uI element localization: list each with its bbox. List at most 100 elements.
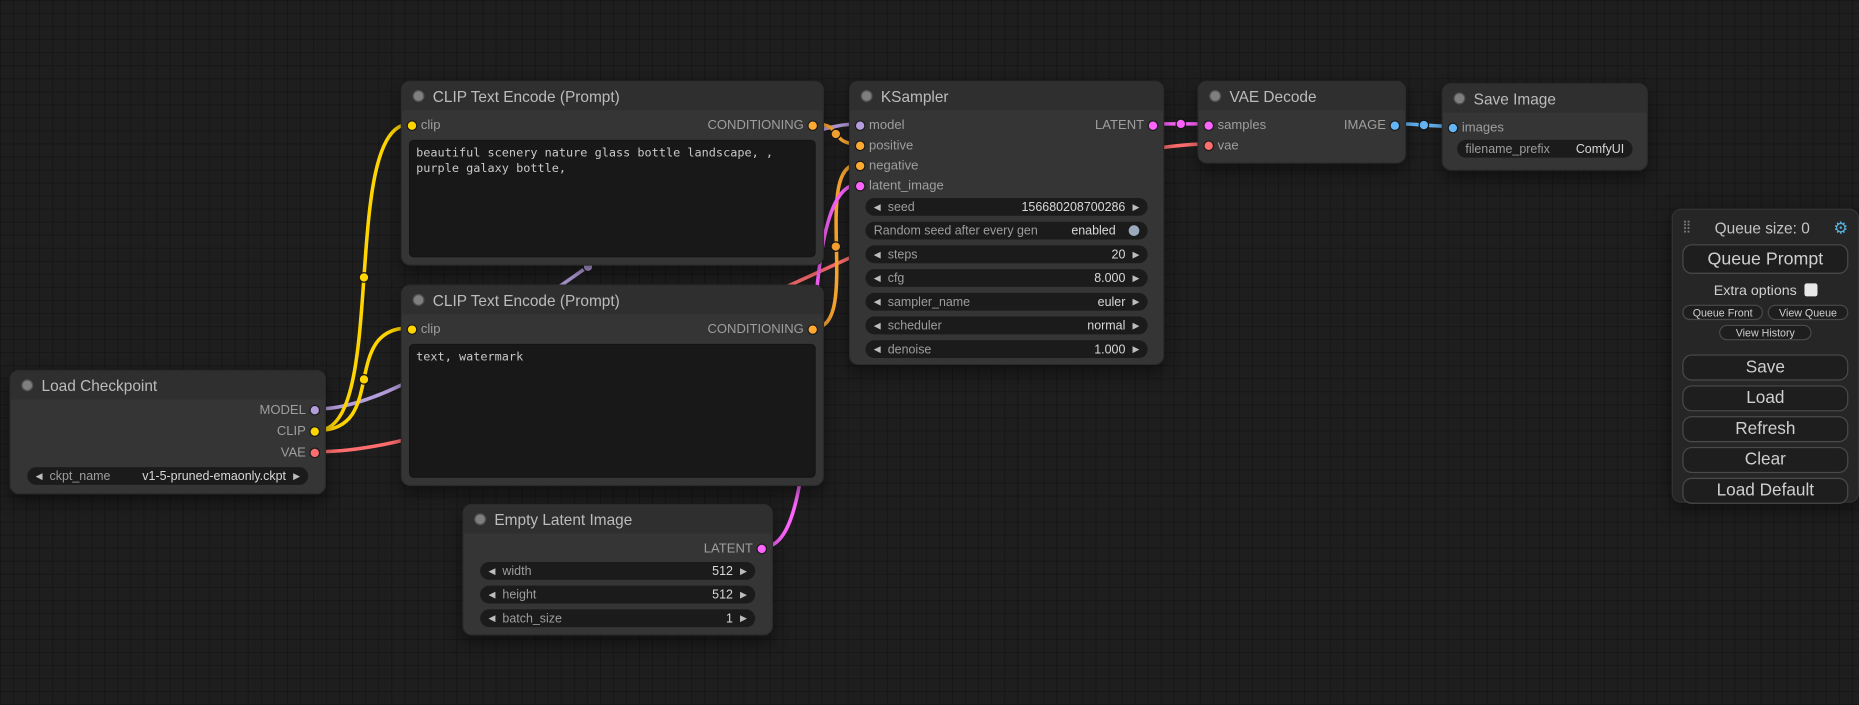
prev-arrow-icon[interactable]: ◀ — [874, 321, 881, 330]
scheduler-widget[interactable]: ◀ scheduler normal ▶ — [865, 317, 1147, 335]
wire-midpoint-dot[interactable] — [359, 375, 368, 384]
node-clip-text-encode-positive[interactable]: CLIP Text Encode (Prompt) clip CONDITION… — [401, 81, 824, 266]
node-load-checkpoint[interactable]: Load Checkpoint MODEL CLIP VAE ◀ ckpt_na… — [9, 370, 326, 494]
model-input-slot[interactable] — [855, 120, 866, 131]
queue-front-button[interactable]: Queue Front — [1682, 305, 1763, 320]
view-queue-button[interactable]: View Queue — [1768, 305, 1849, 320]
width-widget[interactable]: ◀ width 512 ▶ — [480, 562, 755, 580]
collapse-dot-icon[interactable] — [21, 379, 33, 391]
random-seed-toggle[interactable] — [1129, 225, 1140, 236]
collapse-dot-icon[interactable] — [413, 90, 425, 102]
random-seed-widget[interactable]: Random seed after every gen enabled — [865, 222, 1147, 240]
clip-output-slot[interactable] — [309, 426, 320, 437]
positive-input-slot[interactable] — [855, 140, 866, 151]
save-button[interactable]: Save — [1682, 354, 1848, 380]
prev-arrow-icon[interactable]: ◀ — [36, 472, 43, 481]
negative-input-slot[interactable] — [855, 160, 866, 171]
next-arrow-icon[interactable]: ▶ — [1132, 297, 1139, 306]
vae-output-slot[interactable] — [309, 448, 320, 459]
denoise-widget[interactable]: ◀ denoise 1.000 ▶ — [865, 340, 1147, 358]
next-arrow-icon[interactable]: ▶ — [1132, 321, 1139, 330]
node-vae-decode[interactable]: VAE Decode samples vae IMAGE — [1197, 81, 1406, 164]
positive-prompt-textarea[interactable]: beautiful scenery nature glass bottle la… — [409, 140, 816, 257]
wire-midpoint-dot[interactable] — [1176, 119, 1185, 128]
filename-prefix-widget[interactable]: filename_prefix ComfyUI — [1457, 140, 1632, 158]
node-title[interactable]: KSampler — [850, 82, 1163, 110]
image-output-slot[interactable] — [1389, 120, 1400, 131]
conditioning-output-label: CONDITIONING — [707, 118, 803, 132]
clip-input-slot[interactable] — [407, 324, 418, 335]
collapse-dot-icon[interactable] — [1454, 92, 1466, 104]
decrement-arrow-icon[interactable]: ◀ — [874, 345, 881, 354]
collapse-dot-icon[interactable] — [1209, 90, 1221, 102]
clip-input-slot[interactable] — [407, 120, 418, 131]
vae-output-label: VAE — [281, 446, 306, 460]
increment-arrow-icon[interactable]: ▶ — [740, 566, 747, 575]
node-clip-text-encode-negative[interactable]: CLIP Text Encode (Prompt) clip CONDITION… — [401, 285, 824, 487]
node-ksampler[interactable]: KSampler model positive negative lat — [849, 81, 1164, 366]
node-title[interactable]: CLIP Text Encode (Prompt) — [402, 82, 823, 110]
decrement-arrow-icon[interactable]: ◀ — [874, 202, 881, 211]
queue-prompt-button[interactable]: Queue Prompt — [1682, 244, 1848, 274]
wire-midpoint-dot[interactable] — [1419, 120, 1428, 129]
increment-arrow-icon[interactable]: ▶ — [740, 614, 747, 623]
increment-arrow-icon[interactable]: ▶ — [1132, 250, 1139, 259]
cfg-widget[interactable]: ◀ cfg 8.000 ▶ — [865, 269, 1147, 287]
increment-arrow-icon[interactable]: ▶ — [1132, 345, 1139, 354]
height-widget[interactable]: ◀ height 512 ▶ — [480, 586, 755, 604]
load-button[interactable]: Load — [1682, 385, 1848, 411]
sampler-name-widget[interactable]: ◀ sampler_name euler ▶ — [865, 293, 1147, 311]
node-title-label: CLIP Text Encode (Prompt) — [433, 87, 620, 105]
ckpt-name-widget[interactable]: ◀ ckpt_name v1-5-pruned-emaonly.ckpt ▶ — [27, 467, 308, 485]
node-title[interactable]: Empty Latent Image — [464, 505, 772, 533]
latent-output-label: LATENT — [1095, 118, 1144, 132]
settings-gear-icon[interactable]: ⚙ — [1833, 219, 1848, 236]
collapse-dot-icon[interactable] — [474, 513, 486, 525]
node-title[interactable]: VAE Decode — [1199, 82, 1405, 110]
increment-arrow-icon[interactable]: ▶ — [1132, 274, 1139, 283]
samples-input-slot[interactable] — [1203, 120, 1214, 131]
latent-output-slot[interactable] — [756, 543, 767, 554]
node-empty-latent-image[interactable]: Empty Latent Image LATENT ◀ width 512 ▶ … — [462, 504, 773, 636]
negative-prompt-textarea[interactable]: text, watermark — [409, 344, 816, 478]
increment-arrow-icon[interactable]: ▶ — [740, 590, 747, 599]
steps-widget[interactable]: ◀ steps 20 ▶ — [865, 245, 1147, 263]
node-title-label: KSampler — [881, 87, 949, 105]
wire-midpoint-dot[interactable] — [831, 242, 840, 251]
queue-size-label: Queue size: 0 — [1697, 219, 1828, 237]
next-arrow-icon[interactable]: ▶ — [293, 472, 300, 481]
conditioning-output-slot[interactable] — [807, 120, 818, 131]
node-save-image[interactable]: Save Image images filename_prefix ComfyU… — [1442, 83, 1648, 171]
node-title[interactable]: CLIP Text Encode (Prompt) — [402, 286, 823, 314]
decrement-arrow-icon[interactable]: ◀ — [488, 614, 495, 623]
clear-button[interactable]: Clear — [1682, 447, 1848, 473]
decrement-arrow-icon[interactable]: ◀ — [874, 250, 881, 259]
decrement-arrow-icon[interactable]: ◀ — [874, 274, 881, 283]
wire-midpoint-dot[interactable] — [359, 273, 368, 282]
decrement-arrow-icon[interactable]: ◀ — [488, 566, 495, 575]
latent-output-slot[interactable] — [1148, 120, 1159, 131]
node-title[interactable]: Save Image — [1443, 84, 1647, 112]
view-history-button[interactable]: View History — [1719, 325, 1811, 340]
collapse-dot-icon[interactable] — [861, 90, 873, 102]
wire-midpoint-dot[interactable] — [831, 129, 840, 138]
images-input-slot[interactable] — [1448, 122, 1459, 133]
load-default-button[interactable]: Load Default — [1682, 478, 1848, 504]
latent-image-input-slot[interactable] — [855, 180, 866, 191]
node-title[interactable]: Load Checkpoint — [11, 371, 325, 399]
increment-arrow-icon[interactable]: ▶ — [1132, 202, 1139, 211]
collapse-dot-icon[interactable] — [413, 294, 425, 306]
workflow-canvas[interactable]: Load Checkpoint MODEL CLIP VAE ◀ ckpt_na… — [0, 0, 1859, 705]
seed-widget[interactable]: ◀ seed 156680208700286 ▶ — [865, 198, 1147, 216]
model-output-slot[interactable] — [309, 405, 320, 416]
conditioning-output-slot[interactable] — [807, 324, 818, 335]
node-title-label: CLIP Text Encode (Prompt) — [433, 291, 620, 309]
extra-options-checkbox[interactable] — [1804, 283, 1817, 296]
batch-size-widget[interactable]: ◀ batch_size 1 ▶ — [480, 609, 755, 627]
vae-input-slot[interactable] — [1203, 140, 1214, 151]
drag-handle-icon[interactable]: ⣿ — [1682, 222, 1691, 234]
decrement-arrow-icon[interactable]: ◀ — [488, 590, 495, 599]
refresh-button[interactable]: Refresh — [1682, 416, 1848, 442]
prev-arrow-icon[interactable]: ◀ — [874, 297, 881, 306]
clip-output-label: CLIP — [277, 424, 306, 438]
